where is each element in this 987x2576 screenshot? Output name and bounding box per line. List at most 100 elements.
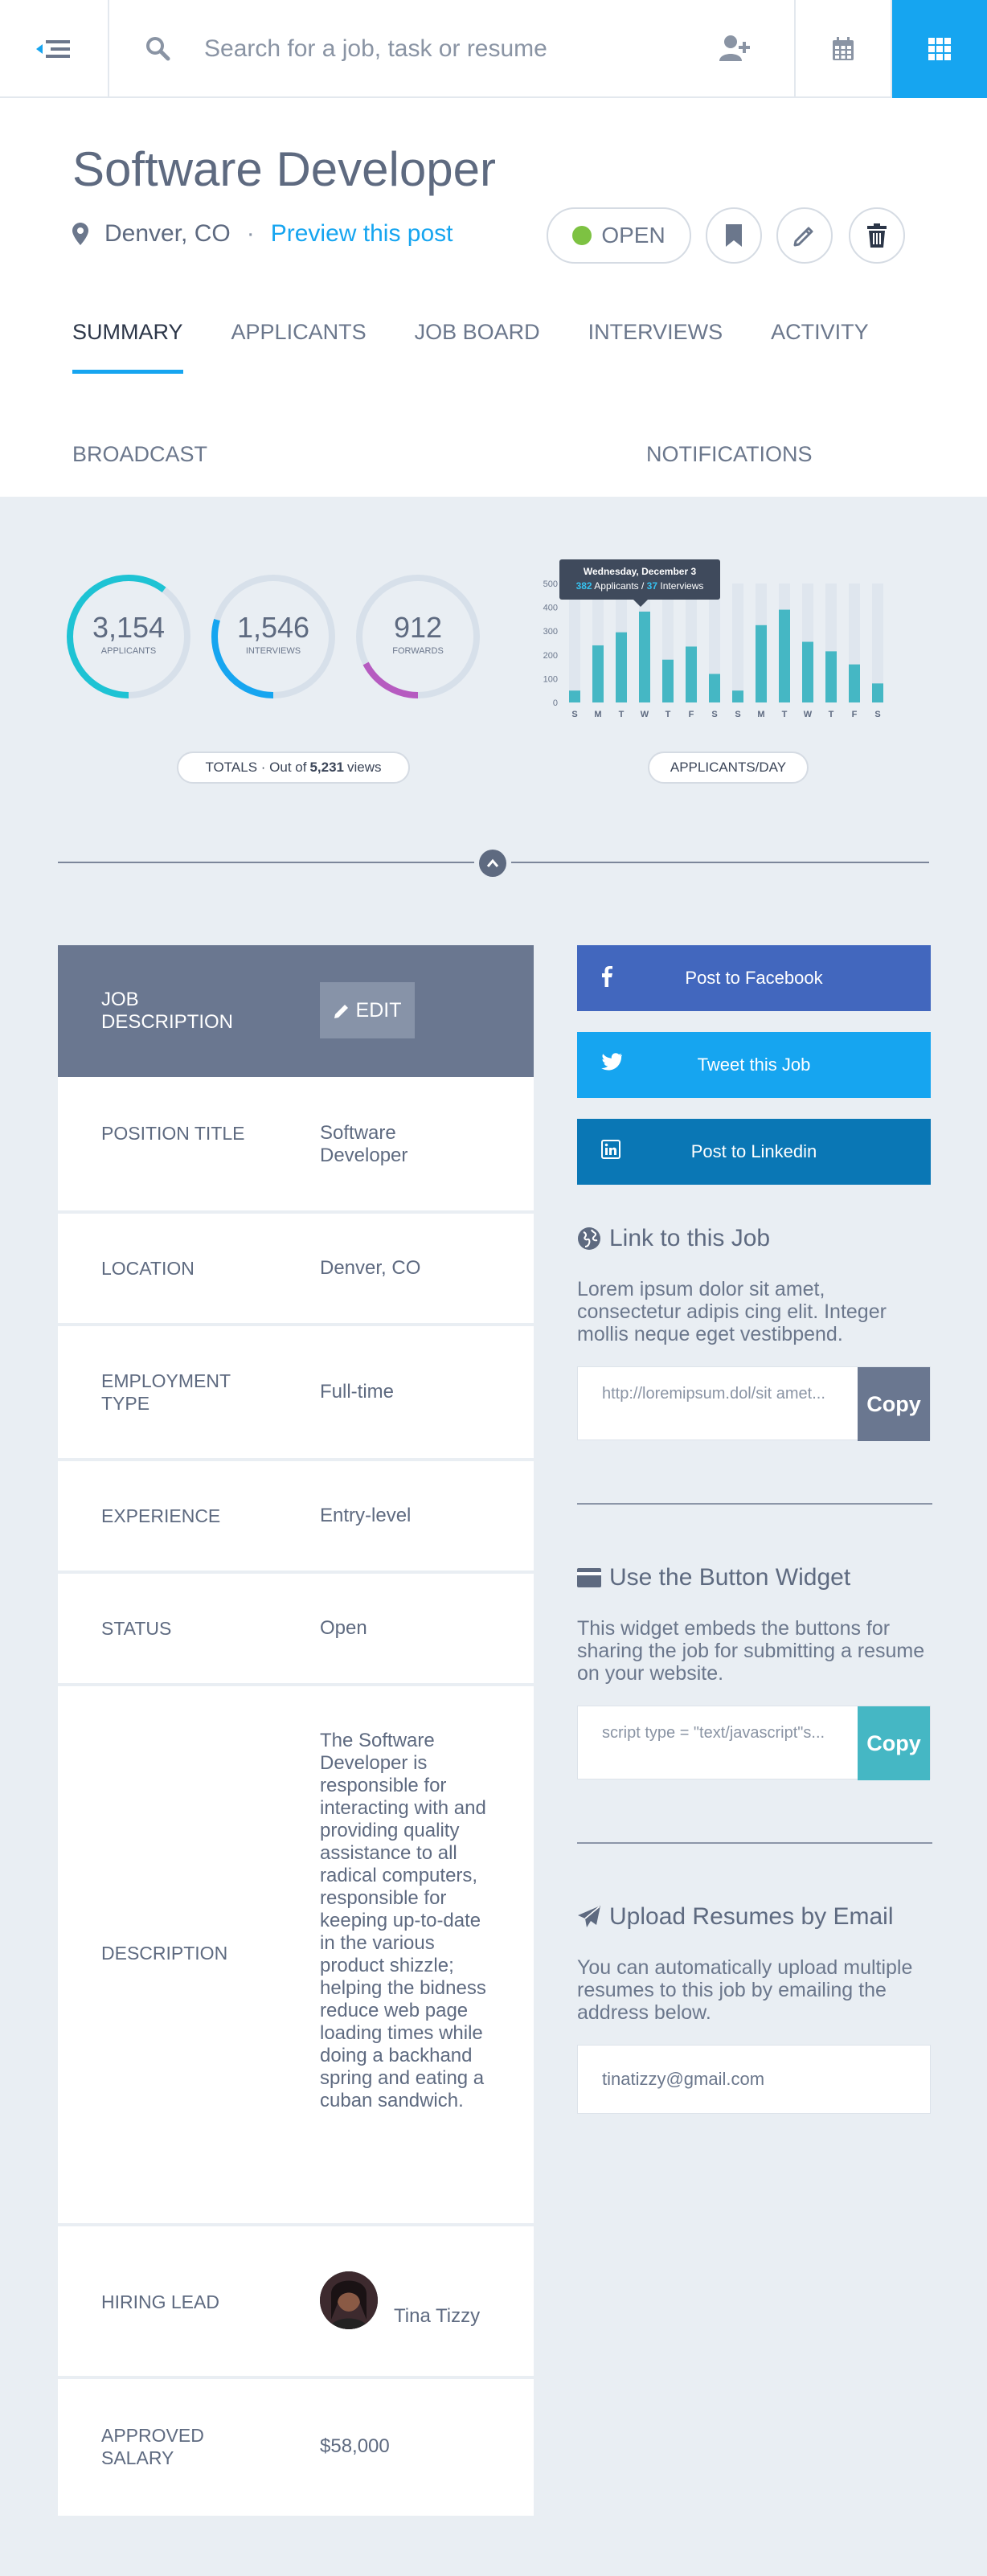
tab-broadcast[interactable]: BROADCAST — [72, 442, 207, 467]
y-tick-label: 500 — [543, 579, 558, 589]
pencil-icon — [793, 227, 813, 247]
chart-bar — [779, 609, 790, 702]
chart-bar — [872, 683, 883, 702]
chevron-up-icon — [486, 858, 499, 867]
bookmark-button[interactable] — [706, 207, 762, 264]
email-section-title-text: Upload Resumes by Email — [609, 1903, 894, 1930]
edit-description-button[interactable]: EDIT — [320, 982, 415, 1038]
row-value: The Software Developer is responsible fo… — [320, 1730, 486, 2111]
tab-applicants[interactable]: APPLICANTS — [231, 320, 367, 374]
post-to-linkedin-button[interactable]: Post to Linkedin — [577, 1119, 931, 1185]
menu-toggle-button[interactable] — [0, 0, 109, 98]
edit-job-button[interactable] — [776, 207, 833, 264]
globe-icon — [578, 1227, 600, 1250]
table-row: APPROVED SALARY $58,000 — [58, 2379, 534, 2516]
twitter-label: Tweet this Job — [697, 1055, 811, 1075]
facebook-icon — [602, 966, 612, 987]
twitter-icon — [601, 1053, 622, 1071]
applicants-ring: 3,154 APPLICANTS — [64, 572, 193, 701]
link-section-text: Lorem ipsum dolor sit amet, consectetur … — [577, 1278, 887, 1345]
widget-section-title: Use the Button Widget — [577, 1564, 850, 1591]
y-tick-label: 0 — [553, 698, 558, 708]
tweet-job-button[interactable]: Tweet this Job — [577, 1032, 931, 1098]
upload-email-field[interactable]: tinatizzy@gmail.com — [577, 2045, 931, 2114]
table-row: DESCRIPTION The Software Developer is re… — [58, 1686, 534, 2226]
tooltip-date: Wednesday, December 3 — [583, 566, 697, 577]
forwards-ring: 912 FORWARDS — [354, 572, 482, 701]
section-divider — [577, 1503, 932, 1505]
tab-summary[interactable]: SUMMARY — [72, 320, 183, 374]
chart-bar — [592, 645, 604, 702]
row-key: LOCATION — [101, 1258, 195, 1279]
post-to-facebook-button[interactable]: Post to Facebook — [577, 945, 931, 1011]
totals-suffix: views — [347, 760, 382, 775]
bookmark-icon — [726, 224, 742, 247]
x-tick-label: W — [641, 710, 649, 719]
job-link-field[interactable]: http://loremipsum.dol/sit amet... — [602, 1383, 859, 1404]
tooltip-applicants: 382 — [575, 580, 592, 592]
row-key: EMPLOYMENT TYPE — [101, 1370, 231, 1414]
job-location: Denver, CO — [104, 220, 231, 247]
copy-widget-button[interactable]: Copy — [858, 1706, 930, 1780]
chart-bar — [686, 646, 697, 702]
grid-icon — [928, 38, 951, 60]
chart-bar — [825, 651, 837, 702]
interviews-count: 1,546 — [236, 611, 310, 644]
table-row: EMPLOYMENT TYPE Full-time — [58, 1326, 534, 1461]
apps-grid-button[interactable] — [892, 0, 987, 98]
add-user-icon[interactable] — [719, 34, 751, 63]
x-tick-label: S — [874, 710, 880, 719]
x-tick-label: T — [619, 710, 625, 719]
forwards-count: 912 — [393, 611, 443, 644]
top-bar — [0, 0, 987, 98]
chart-bar-track — [732, 584, 743, 702]
forwards-label: FORWARDS — [392, 646, 444, 656]
link-section-title: Link to this Job — [577, 1225, 770, 1252]
tab-activity[interactable]: ACTIVITY — [771, 320, 869, 374]
tab-job-board[interactable]: JOB BOARD — [415, 320, 540, 374]
collapse-stats-button[interactable] — [479, 850, 506, 877]
job-link-box: http://loremipsum.dol/sit amet... Copy — [577, 1366, 931, 1441]
tooltip-values: 382 Applicants / 37 Interviews — [559, 580, 720, 592]
applicants-count: 3,154 — [92, 611, 166, 644]
section-divider — [577, 1842, 932, 1844]
divider-right — [511, 862, 929, 863]
search-input[interactable] — [204, 32, 654, 66]
row-key: POSITION TITLE — [101, 1123, 245, 1144]
tab-interviews[interactable]: INTERVIEWS — [588, 320, 723, 374]
chart-bar — [709, 674, 720, 702]
x-tick-label: W — [804, 710, 813, 719]
table-row: LOCATION Denver, CO — [58, 1214, 534, 1326]
search-bar — [109, 0, 796, 98]
row-key: EXPERIENCE — [101, 1505, 221, 1526]
linkedin-icon — [601, 1140, 620, 1159]
widget-code-box: script type = "text/javascript"s... Copy — [577, 1706, 931, 1780]
email-section-title: Upload Resumes by Email — [577, 1903, 893, 1931]
hiring-lead-name: Tina Tizzy — [394, 2305, 481, 2327]
tab-notifications[interactable]: NOTIFICATIONS — [646, 442, 813, 467]
chart-bar — [616, 632, 627, 702]
delete-job-button[interactable] — [849, 207, 905, 264]
y-tick-label: 400 — [543, 604, 558, 613]
avatar-photo — [320, 2271, 378, 2329]
chart-bar — [662, 659, 674, 702]
preview-post-link[interactable]: Preview this post — [271, 220, 453, 248]
copy-link-button[interactable]: Copy — [858, 1367, 930, 1441]
row-value: Software Developer — [320, 1122, 408, 1166]
interviews-ring: 1,546 INTERVIEWS — [209, 572, 338, 701]
chart-bar-track — [569, 584, 580, 702]
credit-card-icon — [577, 1568, 601, 1587]
separator-dot: · — [246, 220, 255, 247]
calendar-button[interactable] — [794, 0, 892, 98]
status-toggle-button[interactable]: OPEN — [547, 207, 691, 264]
pencil-icon — [334, 1005, 348, 1018]
facebook-label: Post to Facebook — [685, 968, 823, 988]
job-description-table: JOB DESCRIPTION EDIT POSITION TITLE Soft… — [58, 945, 534, 2516]
table-row: EXPERIENCE Entry-level — [58, 1461, 534, 1574]
x-tick-label: T — [666, 710, 671, 719]
x-tick-label: M — [594, 710, 601, 719]
widget-code-field[interactable]: script type = "text/javascript"s... — [602, 1722, 859, 1743]
divider-left — [58, 862, 474, 863]
row-value: Open — [320, 1617, 367, 1639]
chart-bar — [756, 625, 767, 702]
